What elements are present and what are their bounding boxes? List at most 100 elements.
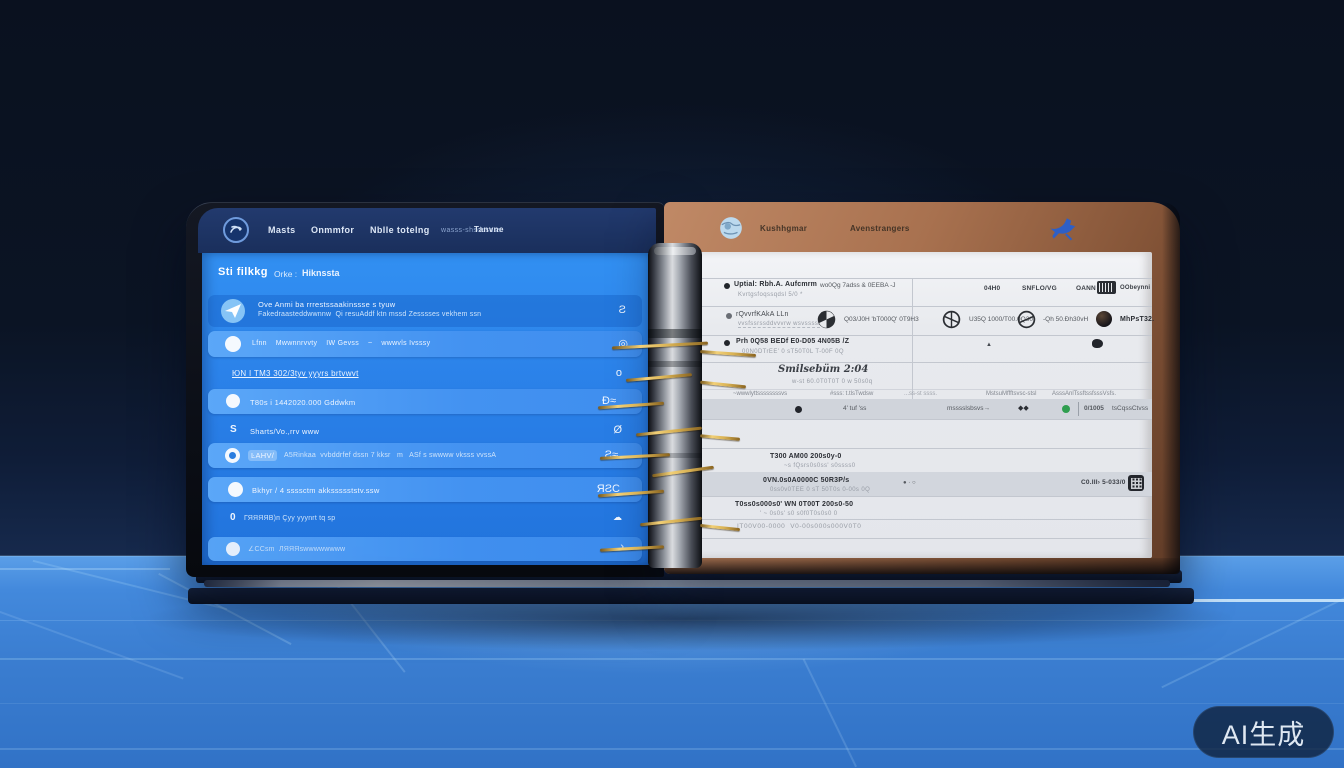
entry-title: Prh 0Q58 BEDf E0-D05 4N05B /Z [736, 338, 849, 345]
device-base-silver-strip [204, 580, 1170, 587]
globe-icon[interactable] [718, 215, 744, 241]
row-divider [700, 362, 1152, 363]
row-action-icon[interactable]: o [616, 367, 622, 379]
table-cell: msssslsbsvs→ [947, 405, 990, 412]
app-logo-icon[interactable] [222, 216, 250, 244]
row-divider [700, 335, 1152, 336]
cloud-icon[interactable]: ☁ [613, 512, 622, 523]
device-base-lower [188, 588, 1194, 604]
entry-title-extra: wo0Qg 7adss & 0EEBA -J [820, 282, 896, 289]
entry-title: 0VN.0s0A0000C 50R3P/s [763, 477, 849, 484]
left-tab-2[interactable]: Hiknssta [302, 268, 340, 278]
entry-value: Q03/J0H 'bT000Q' 0T9H3 [844, 316, 919, 323]
table-cell: tsCqssCtvss [1112, 405, 1148, 412]
right-bezel-shadow [1162, 202, 1180, 574]
left-nav-item-5[interactable]: Tanvne [474, 225, 504, 234]
ink-blob-icon [1092, 339, 1103, 348]
floor-grid-line [0, 568, 170, 570]
list-item[interactable]: ЮN I TM3 302/3tyv yyyrs brtvwvt o [208, 365, 642, 385]
device-shadow [150, 598, 1230, 650]
list-item[interactable]: T80s i 1442020.000 Gddwkm Ð≈ [208, 389, 642, 414]
zero-icon: 0 [230, 512, 236, 523]
list-item-text: Bkhyr / 4 ssssctm akkssssststv.ssw [252, 486, 380, 495]
wheel-icon[interactable] [941, 309, 962, 330]
list-item-tag: ĿAHV/ [248, 450, 277, 461]
list-item[interactable]: 0 ГЯЯЯЯВ)п Çyy yyynrt tq sp ☁ [208, 509, 642, 529]
arrows-icon[interactable]: ◆◆ [1018, 404, 1029, 412]
qr-code-icon[interactable] [1128, 475, 1144, 491]
row-divider [700, 306, 1152, 307]
list-item[interactable]: Ove Anmi ba rrrestssaakinssse s tyuw Fak… [208, 295, 642, 327]
bullet-icon [726, 313, 732, 319]
right-bottom-edge [664, 558, 1180, 574]
entry-footnote: IT00V00-0000 V0-00s000s000V0T0 [737, 523, 861, 530]
barcode-icon [1097, 281, 1116, 294]
left-page-title: Sti filkkg [218, 266, 268, 278]
row-divider [700, 519, 1152, 520]
list-item[interactable]: Lfnn Mwwnnrvvty IW Gevss ~ wwwvls Ivsssy… [208, 331, 642, 357]
column-header: MstsuMffftsvsc-stsl [986, 391, 1036, 397]
avatar [226, 394, 240, 408]
bullet-icon [724, 340, 730, 346]
row-action-icon[interactable]: Ƨ [619, 304, 626, 316]
bird-logo-icon[interactable] [1046, 210, 1080, 244]
list-item[interactable]: Bkhyr / 4 ssssctm akkssssststv.ssw ЯƧC [208, 477, 642, 502]
table-cell: 4' tuf 'ss [843, 405, 866, 412]
ai-watermark-badge: AI生成 [1193, 706, 1334, 758]
green-status-dot [1062, 405, 1070, 413]
row-divider [700, 389, 1152, 390]
list-item[interactable]: ĿAHV/ A5Rinkaa vvbddrfef dssn 7 kksr m A… [208, 443, 642, 468]
spine-joint [648, 361, 702, 367]
list-item-subtext: Fakedraasteddwwnnw Qi resuAddf ktn mssd … [258, 311, 481, 318]
column-header: #sss: t.tlsTwdsw [830, 391, 873, 397]
list-item-link[interactable]: ЮN I TM3 302/3tyv yyyrs brtvwvt [232, 369, 359, 378]
row-divider [700, 278, 1152, 279]
avatar [225, 336, 241, 352]
column-header: AsssAnlTssftssfsssVsfs. [1052, 391, 1116, 397]
list-item-text: Sharts/Vo.,rrv www [250, 427, 319, 436]
left-nav-item-2[interactable]: Onmmfor [311, 225, 354, 235]
row-divider [700, 448, 1152, 449]
entry-subtext: ~s fQsrs0s0ss' s0ssss0 [784, 463, 855, 469]
floor-grid-line [0, 703, 1344, 704]
toggle-dots-icon[interactable]: ● · ○ [903, 480, 916, 486]
list-item[interactable]: S Sharts/Vo.,rrv www Ø [208, 421, 642, 441]
entry-subtext: 0ss0v0TEE 0 sT 50T0s 0-00s 0Q [770, 487, 870, 493]
left-nav-item-1[interactable]: Masts [268, 225, 296, 235]
left-tab-1[interactable]: Orke : [274, 269, 297, 279]
entry-value: -Qh 50.Đh30vH [1043, 316, 1088, 323]
spine-cap-highlight [654, 247, 696, 255]
right-nav-item-2[interactable]: Avenstrangers [850, 224, 910, 233]
entry-cell: 04H0 [984, 285, 1000, 292]
floor-grid-line [0, 748, 1344, 750]
entry-subtext: ' ~ 0s0s' s0 s0f0T0s0s0 0 [760, 511, 838, 517]
right-ledger-page: Uptial: Rbh.A. Aufcmrm wo0Qg 7adss & 0EE… [700, 252, 1152, 558]
slash-circle-icon[interactable] [1016, 309, 1037, 330]
list-item[interactable]: ∠CCsm ЛЯЯЯswwwwwwww › [208, 537, 642, 561]
avatar [226, 542, 240, 556]
row-divider [700, 496, 1152, 497]
status-dot [795, 406, 802, 413]
list-item-text: T80s i 1442020.000 Gddwkm [250, 398, 355, 407]
entry-subtext: 00N0DTrEE' 0 sT50T0L T-00F 0Q [742, 349, 844, 355]
left-nav-item-3[interactable]: Nblle totelng [370, 225, 430, 235]
entry-cell: OANN [1076, 285, 1096, 292]
entry-code: C0.III› 5-033/0 [1081, 479, 1126, 486]
table-cell: 0/1005 [1084, 405, 1104, 412]
row-divider [700, 538, 1152, 539]
entry-title: T300 AM00 200s0y-0 [770, 453, 841, 460]
spine-joint [648, 329, 702, 338]
signature-subtext: w-st 60.0T0T0T 0 w 50s0q [792, 379, 873, 385]
signature-text: Smilsebüm 2:04 [778, 364, 868, 375]
left-device: Masts Onmmfor Nblle totelng wasss-shsdss… [186, 202, 664, 577]
marker-icon: ▲ [986, 342, 992, 348]
sphere-icon[interactable] [1096, 311, 1112, 327]
scene: Masts Onmmfor Nblle totelng wasss-shsdss… [0, 0, 1344, 768]
entry-name: rQvvrfKAkA LLn [736, 311, 789, 318]
ai-watermark-text: AI生成 [1222, 713, 1306, 752]
row-action-icon[interactable]: Ø [613, 424, 622, 436]
right-nav-item-1[interactable]: Kushhgmar [760, 224, 807, 233]
bullet-icon [724, 283, 730, 289]
entry-name-subtext: vvsfssrssddvvvrw wsvssssl [738, 321, 820, 328]
pinwheel-icon[interactable] [816, 309, 837, 330]
